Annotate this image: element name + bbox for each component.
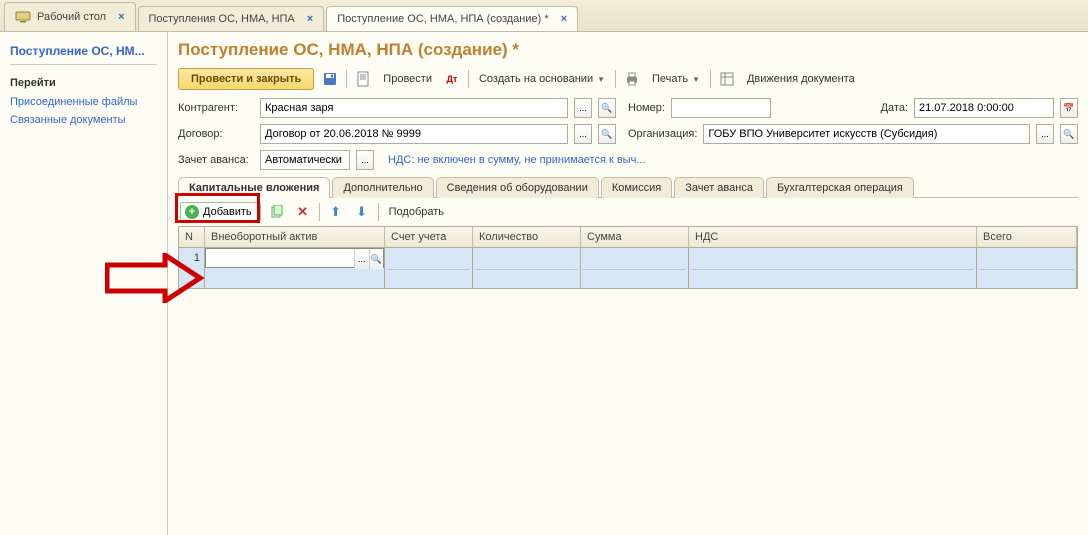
- close-icon[interactable]: ×: [307, 13, 313, 25]
- subtab-equipment[interactable]: Сведения об оборудовании: [436, 177, 599, 198]
- contractor-label: Контрагент:: [178, 102, 254, 114]
- toolbar: Провести и закрыть Провести Дт Создать н…: [178, 68, 1078, 90]
- col-qty[interactable]: Количество: [473, 227, 581, 247]
- move-up-icon[interactable]: ⬆: [326, 202, 346, 222]
- date-label: Дата:: [881, 102, 908, 114]
- subtab-commission[interactable]: Комиссия: [601, 177, 672, 198]
- sidebar-title: Поступление ОС, НМ...: [10, 38, 157, 65]
- date-input[interactable]: [914, 98, 1054, 118]
- calendar-icon[interactable]: 📅: [1060, 98, 1078, 118]
- subtab-posting[interactable]: Бухгалтерская операция: [766, 177, 914, 198]
- dtkt-icon[interactable]: Дт: [442, 69, 462, 89]
- contract-input[interactable]: [260, 124, 568, 144]
- select-button[interactable]: ...: [574, 124, 592, 144]
- sidebar-link-files[interactable]: Присоединенные файлы: [10, 93, 157, 111]
- contract-label: Договор:: [178, 128, 254, 140]
- tab-document[interactable]: Поступление ОС, НМА, НПА (создание) * ×: [326, 6, 578, 31]
- tab-list[interactable]: Поступления ОС, НМА, НПА ×: [138, 6, 325, 31]
- number-input[interactable]: [671, 98, 771, 118]
- org-input[interactable]: [703, 124, 1030, 144]
- subtab-additional[interactable]: Дополнительно: [332, 177, 433, 198]
- asset-input[interactable]: [206, 249, 354, 267]
- nds-link[interactable]: НДС: не включен в сумму, не принимается …: [388, 154, 646, 166]
- movements-button[interactable]: Движения документа: [743, 71, 859, 87]
- subtab-advance[interactable]: Зачет аванса: [674, 177, 764, 198]
- col-asset[interactable]: Внеоборотный актив: [205, 227, 385, 247]
- select-button[interactable]: ...: [574, 98, 592, 118]
- select-button[interactable]: ...: [1036, 124, 1054, 144]
- close-icon[interactable]: ×: [561, 13, 567, 25]
- subtab-capital[interactable]: Капитальные вложения: [178, 177, 330, 198]
- page-title: Поступление ОС, НМА, НПА (создание) *: [178, 40, 1078, 60]
- grid-header: N Внеоборотный актив Счет учета Количест…: [179, 227, 1077, 248]
- content: Поступление ОС, НМА, НПА (создание) * Пр…: [168, 32, 1088, 535]
- printer-icon[interactable]: [622, 69, 642, 89]
- post-button[interactable]: Провести: [379, 71, 436, 87]
- sidebar: Поступление ОС, НМ... Перейти Присоедине…: [0, 32, 168, 535]
- register-icon[interactable]: [717, 69, 737, 89]
- add-button[interactable]: + Добавить: [180, 202, 261, 222]
- copy-icon[interactable]: [267, 202, 287, 222]
- tab-label: Поступления ОС, НМА, НПА: [149, 13, 295, 25]
- select-button[interactable]: ...: [356, 150, 374, 170]
- col-n[interactable]: N: [179, 227, 205, 247]
- close-icon[interactable]: ×: [118, 11, 124, 23]
- select-button[interactable]: ...: [354, 249, 369, 269]
- post-close-button[interactable]: Провести и закрыть: [178, 68, 314, 90]
- grid: N Внеоборотный актив Счет учета Количест…: [178, 226, 1078, 289]
- advance-input[interactable]: [260, 150, 350, 170]
- save-icon[interactable]: [320, 69, 340, 89]
- print-button[interactable]: Печать▼: [648, 71, 704, 87]
- col-acct[interactable]: Счет учета: [385, 227, 473, 247]
- col-sum[interactable]: Сумма: [581, 227, 689, 247]
- sidebar-link-related[interactable]: Связанные документы: [10, 111, 157, 129]
- sidebar-section-title: Перейти: [10, 73, 157, 93]
- open-button[interactable]: 🔍: [369, 249, 384, 269]
- tab-label: Рабочий стол: [37, 11, 106, 23]
- tab-label: Поступление ОС, НМА, НПА (создание) *: [337, 13, 548, 25]
- plus-icon: +: [185, 205, 199, 219]
- open-button[interactable]: 🔍: [598, 98, 616, 118]
- app-tabs-bar: Рабочий стол × Поступления ОС, НМА, НПА …: [0, 0, 1088, 32]
- table-toolbar: + Добавить ✕ ⬆ ⬇ Подобрать: [178, 198, 1078, 226]
- col-total[interactable]: Всего: [977, 227, 1077, 247]
- delete-icon[interactable]: ✕: [293, 202, 313, 222]
- open-button[interactable]: 🔍: [1060, 124, 1078, 144]
- col-nds[interactable]: НДС: [689, 227, 977, 247]
- create-based-button[interactable]: Создать на основании▼: [475, 71, 609, 87]
- org-label: Организация:: [628, 128, 697, 140]
- sub-tabs: Капитальные вложения Дополнительно Сведе…: [178, 176, 1078, 198]
- table-row[interactable]: 1 ... 🔍: [179, 248, 1077, 288]
- row-number: 1: [179, 248, 204, 268]
- document-icon[interactable]: [353, 69, 373, 89]
- pick-button[interactable]: Подобрать: [385, 204, 448, 220]
- contractor-input[interactable]: [260, 98, 568, 118]
- desktop-icon: [15, 9, 31, 25]
- advance-label: Зачет аванса:: [178, 154, 254, 166]
- tab-desktop[interactable]: Рабочий стол ×: [4, 2, 136, 31]
- move-down-icon[interactable]: ⬇: [352, 202, 372, 222]
- open-button[interactable]: 🔍: [598, 124, 616, 144]
- number-label: Номер:: [628, 102, 665, 114]
